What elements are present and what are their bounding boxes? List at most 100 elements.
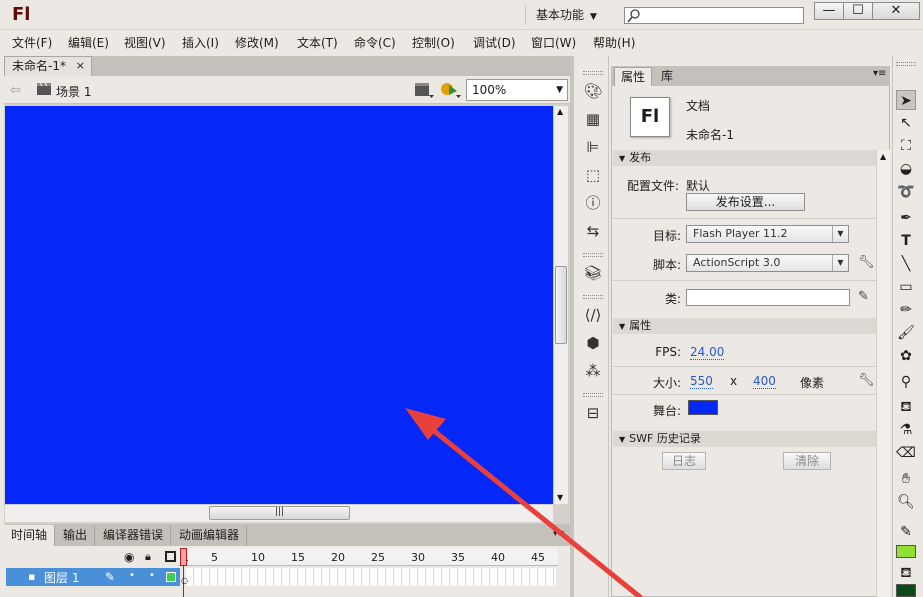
- brush-tool-icon[interactable]: 🖌︎: [896, 323, 916, 343]
- movie-explorer-icon[interactable]: ⊟: [583, 403, 603, 423]
- menu-view[interactable]: 视图(V): [124, 34, 166, 51]
- width-value[interactable]: 550: [690, 374, 713, 389]
- swatches-grid-icon[interactable]: ▦: [583, 109, 603, 129]
- free-transform-tool-icon[interactable]: ⛶: [896, 136, 916, 156]
- panel-menu-icon[interactable]: ▾≡: [553, 529, 565, 539]
- help-search-input[interactable]: [624, 7, 804, 24]
- fps-value[interactable]: 24.00: [690, 345, 725, 360]
- selection-tool-icon[interactable]: ➤: [896, 90, 916, 110]
- horizontal-scroll-thumb[interactable]: |||: [209, 506, 350, 520]
- library-books-icon[interactable]: 📚︎: [583, 263, 603, 283]
- edit-scene-icon[interactable]: [414, 81, 434, 102]
- close-tab-icon[interactable]: ×: [76, 57, 85, 75]
- menu-file[interactable]: 文件(F): [12, 34, 52, 51]
- eraser-tool-icon[interactable]: ⌫: [896, 443, 916, 463]
- dock-grip[interactable]: [583, 71, 603, 75]
- height-value[interactable]: 400: [753, 374, 776, 389]
- publish-settings-button[interactable]: 发布设置...: [686, 193, 805, 211]
- actions-icon[interactable]: ⟨/⟩: [583, 305, 603, 325]
- lasso-tool-icon[interactable]: ➰: [896, 182, 916, 202]
- motion-presets-icon[interactable]: ⇆: [583, 221, 603, 241]
- subselection-tool-icon[interactable]: ↖: [896, 113, 916, 133]
- outline-icon[interactable]: [165, 551, 176, 562]
- workspace-switcher[interactable]: 基本功能 ▼: [525, 5, 597, 25]
- log-button[interactable]: 日志: [662, 452, 706, 470]
- dock-grip[interactable]: [583, 393, 603, 397]
- class-input[interactable]: [686, 289, 850, 306]
- info-icon[interactable]: ⓘ: [583, 193, 603, 213]
- dock-grip[interactable]: [583, 295, 603, 299]
- keyframe-icon[interactable]: ○: [181, 576, 188, 585]
- close-button[interactable]: ✕: [872, 2, 920, 20]
- script-select[interactable]: ActionScript 3.0 ▼: [686, 254, 849, 272]
- zoom-tool-icon[interactable]: 🔍︎: [896, 492, 916, 512]
- pencil-icon[interactable]: ✎: [105, 570, 115, 584]
- bone-tool-icon[interactable]: ⚲: [896, 372, 916, 392]
- pen-tool-icon[interactable]: ✒: [896, 208, 916, 228]
- stage-canvas[interactable]: [5, 106, 553, 504]
- size-settings-wrench-icon[interactable]: 🔧︎: [858, 373, 875, 388]
- paint-bucket-tool-icon[interactable]: ⛾: [896, 397, 916, 417]
- section-properties[interactable]: ▼ 属性: [613, 318, 876, 334]
- lock-dot-icon[interactable]: •: [149, 570, 155, 581]
- frames-row[interactable]: [186, 568, 556, 586]
- playhead[interactable]: [180, 548, 187, 566]
- menu-debug[interactable]: 调试(D): [473, 34, 516, 51]
- maximize-button[interactable]: ☐: [843, 2, 873, 20]
- visibility-dot-icon[interactable]: •: [129, 570, 135, 581]
- 3d-rotation-tool-icon[interactable]: ◒: [896, 159, 916, 179]
- tab-timeline[interactable]: 时间轴: [4, 525, 56, 546]
- menu-control[interactable]: 控制(O): [412, 34, 455, 51]
- panel-scrollbar[interactable]: [876, 150, 890, 597]
- back-arrow-icon[interactable]: ⇦: [10, 83, 21, 98]
- section-swf-history[interactable]: ▼ SWF 历史记录: [613, 431, 876, 447]
- menu-text[interactable]: 文本(T): [297, 34, 338, 51]
- scroll-down-icon[interactable]: ▼: [557, 493, 563, 502]
- fill-color-swatch[interactable]: [896, 584, 916, 597]
- section-publish[interactable]: ▼ 发布: [613, 150, 876, 166]
- pencil-tool-icon[interactable]: ✏: [896, 300, 916, 320]
- transform-icon[interactable]: ⬚: [583, 165, 603, 185]
- menu-help[interactable]: 帮助(H): [593, 34, 635, 51]
- hand-tool-icon[interactable]: ✋︎: [896, 469, 916, 489]
- tools-grip[interactable]: [896, 62, 916, 66]
- align-icon[interactable]: ⊫: [583, 137, 603, 157]
- scroll-up-icon[interactable]: ▲: [880, 152, 886, 161]
- lock-icon[interactable]: 🔒︎: [145, 550, 151, 564]
- dock-grip[interactable]: [583, 253, 603, 257]
- tab-properties[interactable]: 属性: [614, 67, 652, 86]
- menu-commands[interactable]: 命令(C): [354, 34, 396, 51]
- zoom-select[interactable]: 100% ▼: [466, 79, 568, 101]
- tab-motion-editor[interactable]: 动画编辑器: [172, 525, 248, 546]
- menu-edit[interactable]: 编辑(E): [68, 34, 109, 51]
- tab-library[interactable]: 库: [653, 67, 681, 86]
- clear-button[interactable]: 清除: [783, 452, 831, 470]
- dock-separator[interactable]: [570, 56, 574, 597]
- layer-color-icon[interactable]: [166, 572, 176, 582]
- layer-name[interactable]: 图层 1: [44, 569, 79, 586]
- stroke-color-swatch[interactable]: [896, 545, 916, 558]
- line-tool-icon[interactable]: ╲: [896, 254, 916, 274]
- script-settings-wrench-icon[interactable]: 🔧︎: [858, 255, 875, 270]
- components-icon[interactable]: ⬢: [583, 333, 603, 353]
- panel-menu-icon[interactable]: ▾≡: [873, 68, 886, 79]
- menu-window[interactable]: 窗口(W): [531, 34, 576, 51]
- scroll-up-icon[interactable]: ▲: [557, 107, 563, 116]
- target-select[interactable]: Flash Player 11.2 ▼: [686, 225, 849, 243]
- deco-tool-icon[interactable]: ✿: [896, 346, 916, 366]
- stage-color-swatch[interactable]: [688, 400, 718, 415]
- text-tool-icon[interactable]: T: [896, 231, 916, 251]
- tab-output[interactable]: 输出: [56, 525, 96, 546]
- edit-class-pencil-icon[interactable]: ✎: [858, 289, 869, 304]
- document-tab[interactable]: 未命名-1* ×: [4, 56, 92, 76]
- eye-icon[interactable]: ◉: [124, 550, 134, 564]
- eyedropper-tool-icon[interactable]: ⚗: [896, 420, 916, 440]
- edit-symbol-icon[interactable]: [440, 81, 462, 102]
- menu-insert[interactable]: 插入(I): [182, 34, 219, 51]
- tab-compiler-errors[interactable]: 编译器错误: [96, 525, 172, 546]
- vertical-scroll-thumb[interactable]: [555, 266, 567, 344]
- rectangle-tool-icon[interactable]: ▭: [896, 277, 916, 297]
- minimize-button[interactable]: —: [814, 2, 844, 20]
- component-inspector-icon[interactable]: ⁂: [583, 361, 603, 381]
- color-palette-icon[interactable]: 🎨︎: [583, 81, 603, 101]
